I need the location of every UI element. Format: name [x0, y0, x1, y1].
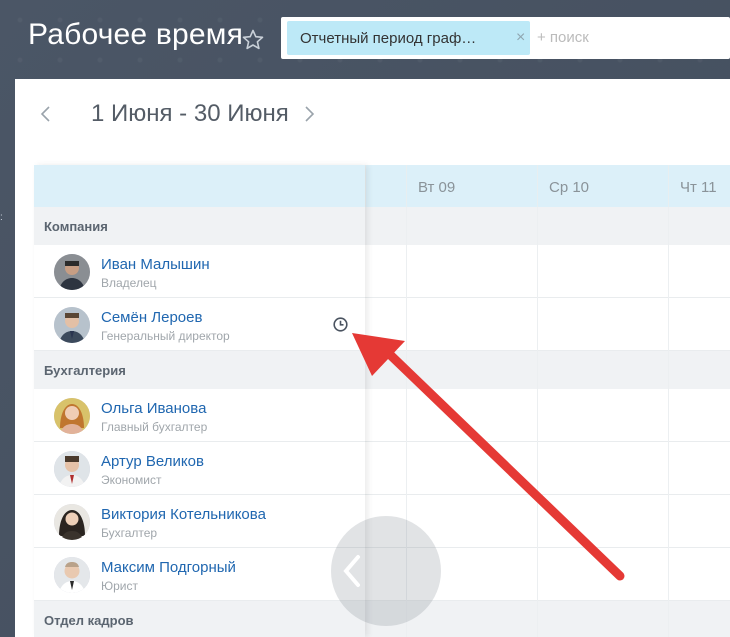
- avatar[interactable]: [54, 398, 90, 434]
- chevron-left-icon[interactable]: [39, 105, 53, 123]
- avatar[interactable]: [54, 557, 90, 593]
- person-name-link[interactable]: Иван Малышин: [101, 256, 210, 273]
- clock-icon[interactable]: [333, 317, 348, 332]
- person-row[interactable]: Артур Великов Экономист: [34, 442, 730, 495]
- group-row: Компания: [34, 207, 730, 245]
- page-title: Рабочее время: [28, 18, 244, 51]
- date-range: 1 Июня - 30 Июня: [91, 100, 289, 127]
- close-icon[interactable]: ×: [516, 29, 525, 47]
- person-row[interactable]: Иван Малышин Владелец: [34, 245, 730, 298]
- chevron-right-icon[interactable]: [302, 105, 316, 123]
- grid-column-line: [668, 207, 669, 637]
- person-role: Юрист: [101, 579, 138, 593]
- person-row[interactable]: Ольга Иванова Главный бухгалтер: [34, 389, 730, 442]
- day-header: Вт 09: [406, 165, 538, 207]
- star-icon[interactable]: [241, 28, 265, 52]
- grid-column-line: [537, 207, 538, 637]
- person-name-link[interactable]: Артур Великов: [101, 453, 204, 470]
- avatar[interactable]: [54, 504, 90, 540]
- group-label: Компания: [44, 219, 108, 234]
- avatar[interactable]: [54, 254, 90, 290]
- group-label: Бухгалтерия: [44, 363, 126, 378]
- day-header: Чт 11: [668, 165, 730, 207]
- person-row[interactable]: Семён Лероев Генеральный директор: [34, 298, 730, 351]
- person-role: Генеральный директор: [101, 329, 230, 343]
- filter-chip-label: Отчетный период граф…: [300, 30, 477, 47]
- day-label: Чт 11: [680, 179, 717, 196]
- person-role: Бухгалтер: [101, 526, 158, 540]
- left-edge-fragment: :: [0, 212, 3, 223]
- main-card: 1 Июня - 30 Июня Вт 09 Ср 10 Чт 11 Компа…: [15, 79, 730, 637]
- collapse-panel-button[interactable]: [331, 516, 441, 626]
- person-role: Экономист: [101, 473, 162, 487]
- avatar[interactable]: [54, 451, 90, 487]
- day-label: Вт 09: [418, 179, 456, 196]
- avatar[interactable]: [54, 307, 90, 343]
- grid-header: Вт 09 Ср 10 Чт 11: [34, 165, 730, 207]
- person-name-link[interactable]: Семён Лероев: [101, 309, 202, 326]
- filter-search-box[interactable]: Отчетный период граф… × + поиск: [281, 17, 730, 59]
- group-row: Бухгалтерия: [34, 351, 730, 389]
- day-header: [365, 165, 407, 207]
- person-name-link[interactable]: Ольга Иванова: [101, 400, 206, 417]
- person-role: Главный бухгалтер: [101, 420, 208, 434]
- timesheet-grid: Вт 09 Ср 10 Чт 11 Компания Иван Малышин …: [34, 165, 730, 637]
- person-name-link[interactable]: Максим Подгорный: [101, 559, 236, 576]
- day-header: Ср 10: [537, 165, 669, 207]
- filter-chip[interactable]: Отчетный период граф… ×: [287, 21, 530, 55]
- person-role: Владелец: [101, 276, 157, 290]
- person-name-link[interactable]: Виктория Котельникова: [101, 506, 266, 523]
- group-label: Отдел кадров: [44, 613, 134, 628]
- search-input[interactable]: + поиск: [537, 29, 589, 46]
- day-label: Ср 10: [549, 179, 590, 196]
- chevron-left-icon: [343, 555, 360, 587]
